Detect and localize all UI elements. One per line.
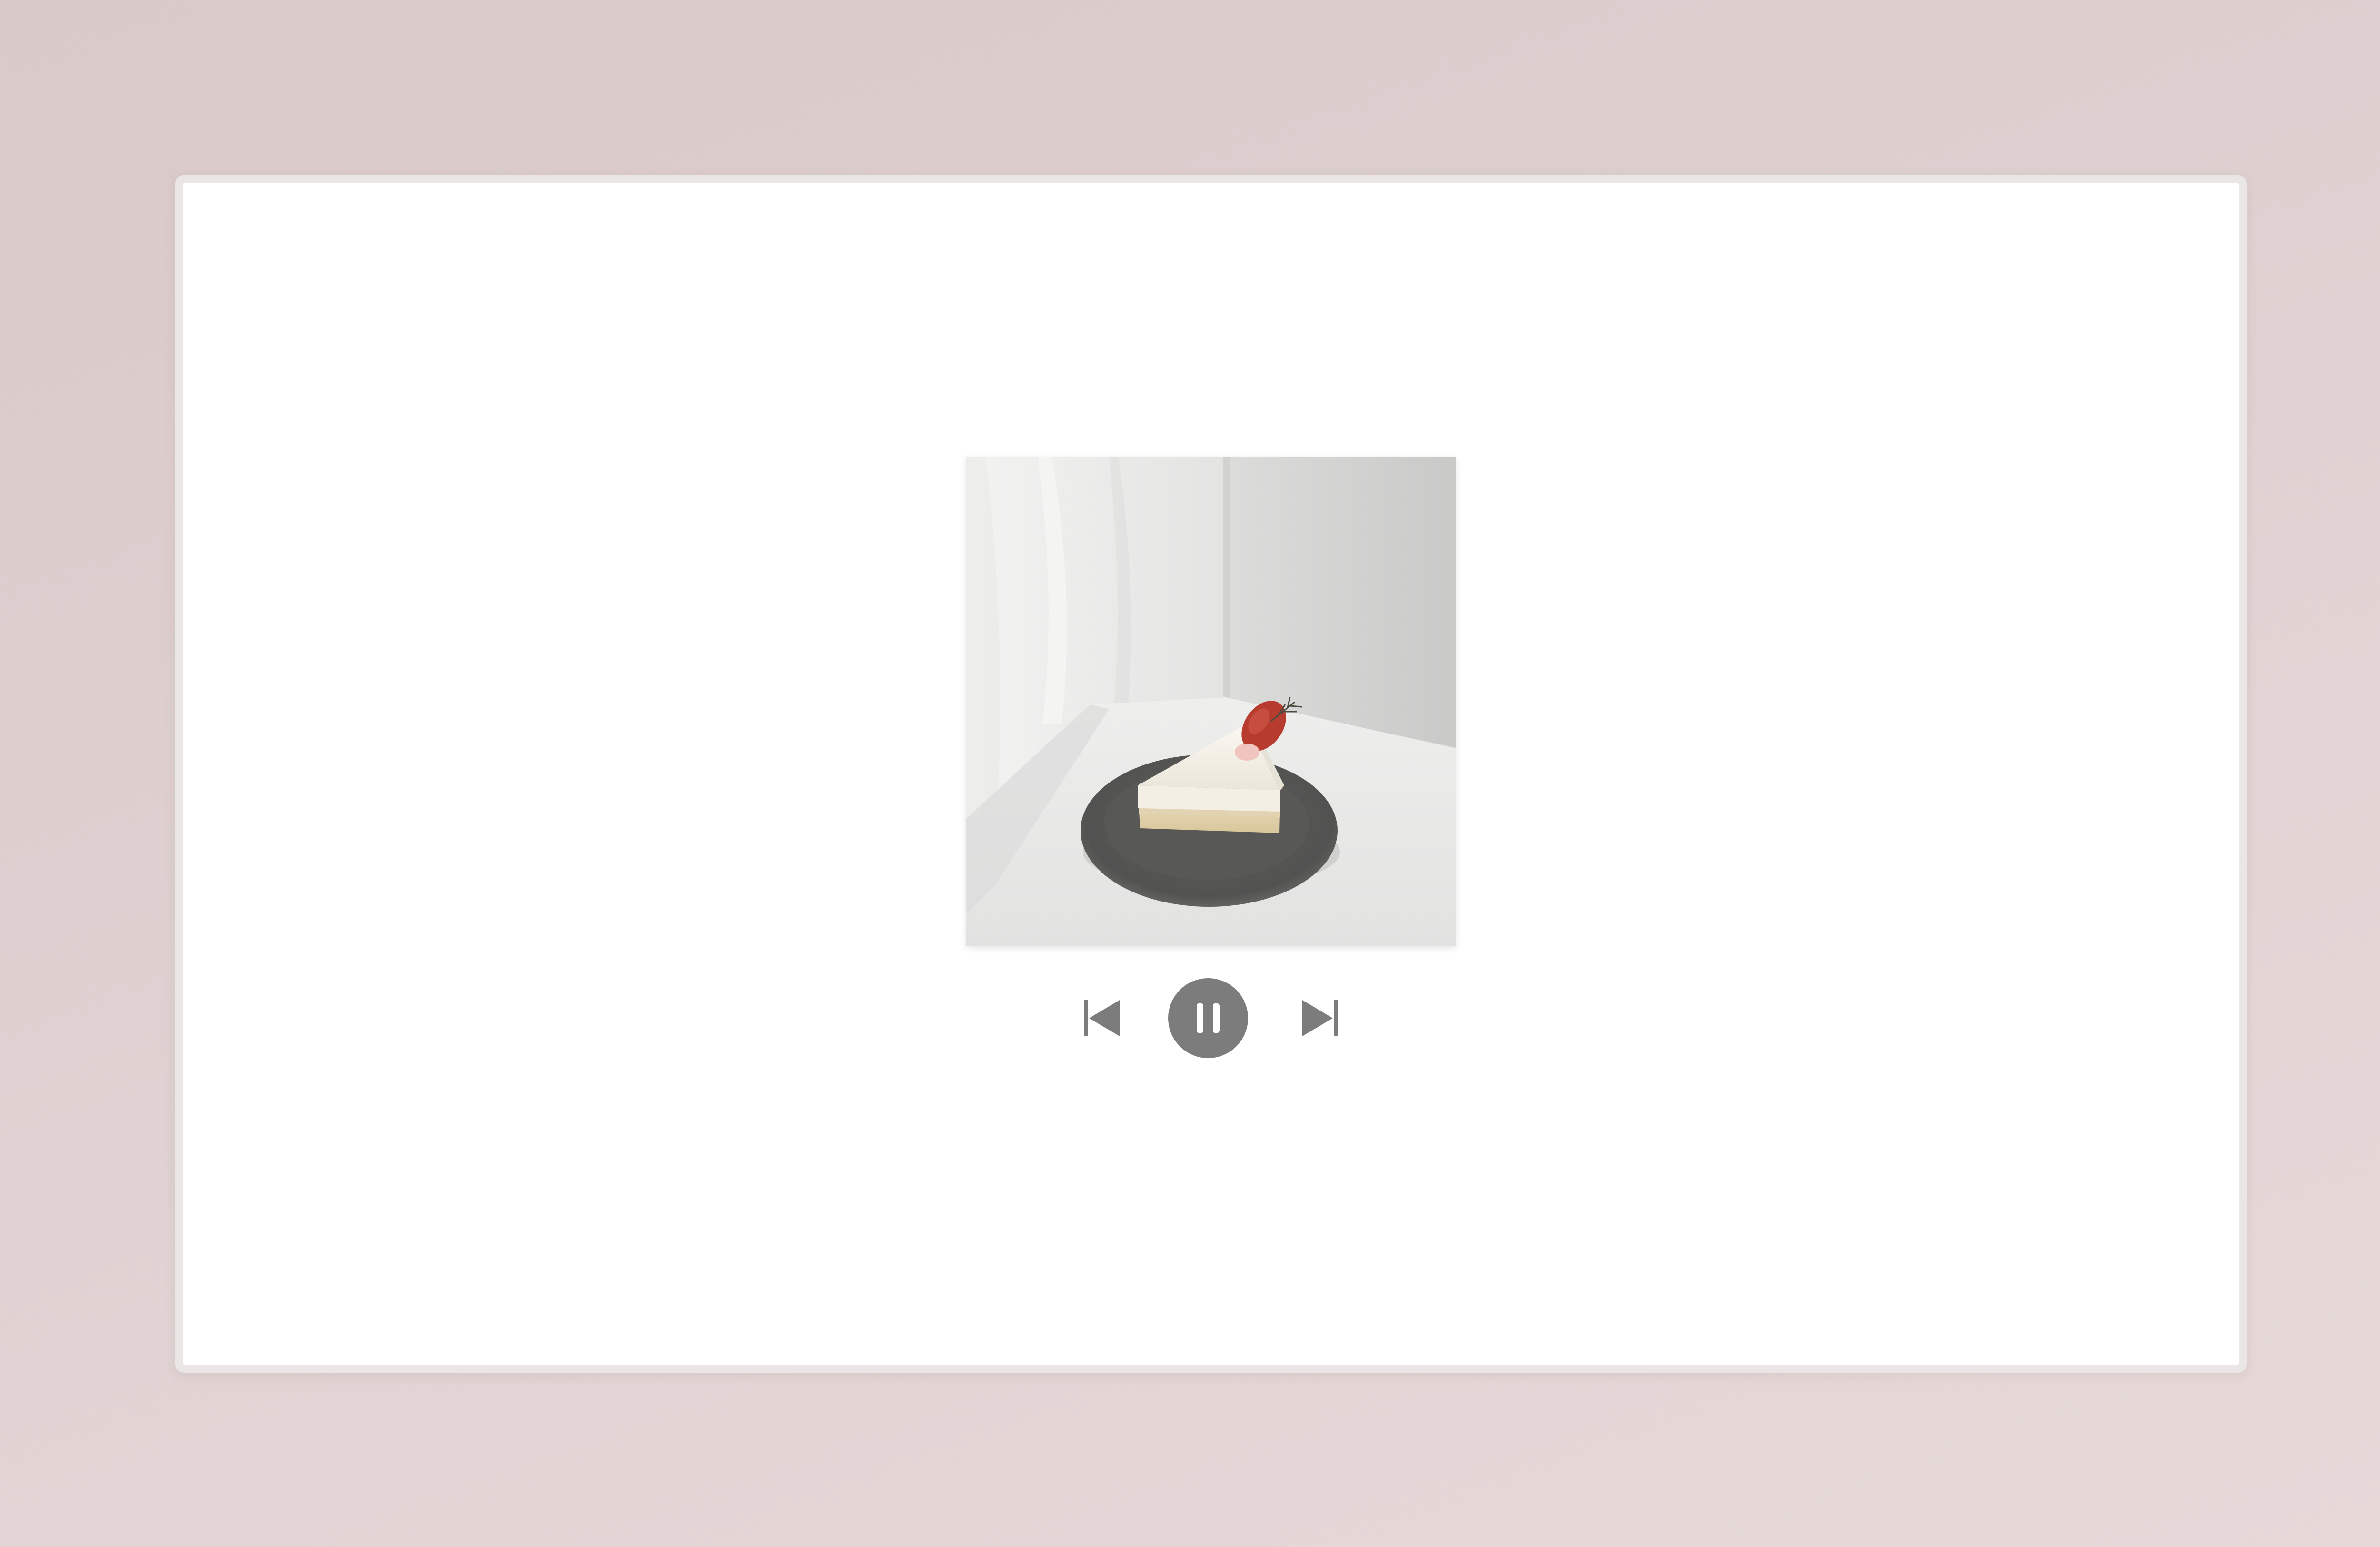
next-track-button[interactable] (1298, 996, 1341, 1040)
previous-track-button[interactable] (1081, 996, 1124, 1040)
cake-artwork-illustration (966, 457, 1456, 946)
skip-next-icon (1302, 1000, 1338, 1036)
playback-controls (0, 978, 2380, 1058)
album-artwork (966, 457, 1456, 946)
pause-icon (1197, 1003, 1220, 1033)
skip-previous-icon (1084, 1000, 1120, 1036)
pause-button[interactable] (1168, 978, 1248, 1058)
